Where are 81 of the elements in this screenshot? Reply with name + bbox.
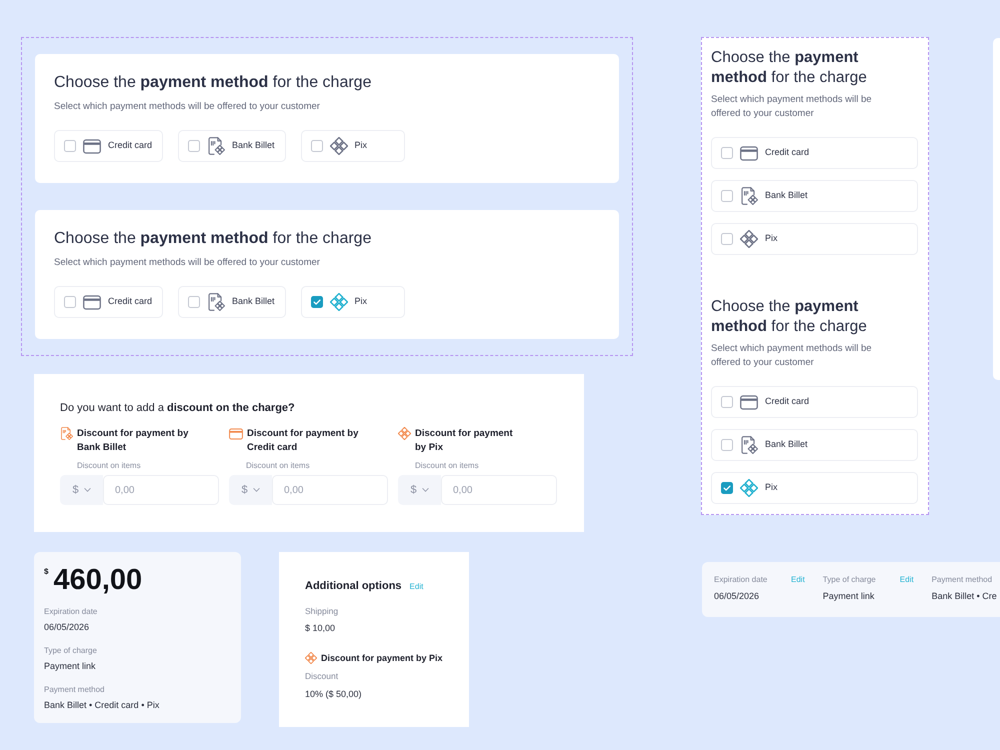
diamond-cluster-icon [330, 137, 348, 155]
payment-option[interactable]: Pix [300, 286, 405, 318]
payment-option[interactable]: Pix [711, 472, 918, 504]
credit-card-icon [740, 394, 758, 410]
diamond-cluster-icon [305, 652, 317, 664]
field-value: Payment link [822, 590, 874, 602]
payment-option[interactable]: Credit card [54, 130, 164, 162]
payment-option[interactable]: Bank Billet [711, 429, 918, 461]
diamond-cluster-icon [740, 479, 758, 497]
checkbox[interactable] [721, 147, 733, 159]
document-icon [60, 427, 73, 440]
field-label: Payment method [44, 684, 104, 695]
card-title: Choose the payment method for the charge [711, 297, 868, 337]
payment-option[interactable]: Pix [711, 223, 918, 255]
field-label: Discount on items [77, 460, 141, 471]
diamond-cluster-icon [740, 230, 758, 248]
discount-option-title: Discount for payment by Pix [415, 427, 514, 455]
payment-option[interactable]: Credit card [711, 386, 918, 418]
document-icon [740, 187, 758, 205]
field-label: Payment method [932, 574, 992, 585]
credit-card-icon [740, 146, 758, 160]
chevron-down-icon [84, 488, 91, 492]
discount-option-title: Discount for payment by Credit card [247, 427, 360, 455]
amount-field[interactable]: 0,00 [272, 475, 388, 505]
document-icon [740, 436, 758, 454]
credit-card-icon [83, 294, 101, 310]
diamond-cluster-icon [398, 427, 411, 440]
chevron-down-icon [422, 488, 429, 492]
payment-option[interactable]: Bank Billet [178, 130, 286, 162]
checkbox[interactable] [721, 233, 733, 245]
checkbox[interactable] [721, 482, 733, 494]
card-subtitle: Select which payment methods will be offered to your customer [54, 101, 320, 113]
field-label: Expiration date [714, 574, 768, 585]
field-label: Discount on items [415, 460, 479, 471]
checkbox[interactable] [188, 140, 200, 152]
document-icon [207, 137, 226, 155]
chevron-down-icon [252, 488, 260, 492]
card-title: Choose the payment method for the charge [54, 73, 372, 93]
amount-field[interactable]: 0,00 [103, 475, 219, 505]
diamond-cluster-icon [330, 293, 348, 311]
field-label: Type of charge [44, 645, 97, 656]
card-subtitle: Select which payment methods will be offered to your customer [711, 342, 873, 370]
field-label: Discount [305, 671, 338, 682]
field-value: $ 10,00 [305, 622, 336, 634]
field-label: Discount on items [246, 460, 310, 471]
credit-card-icon [83, 138, 101, 154]
payment-option[interactable]: Credit card [54, 286, 164, 318]
payment-option[interactable]: Pix [300, 130, 405, 162]
document-icon [207, 293, 226, 311]
credit-card-icon [229, 428, 243, 440]
field-value: 06/05/2026 [44, 621, 90, 633]
discount-option-title: Discount for payment by Pix [321, 652, 443, 664]
field-label: Expiration date [44, 606, 98, 617]
payment-option[interactable]: Bank Billet [711, 180, 918, 212]
field-value: Payment link [44, 660, 96, 672]
field-value: 10% ($ 50,00) [305, 688, 362, 700]
charge-amount: 460,00 [53, 564, 142, 596]
checkbox[interactable] [64, 140, 76, 152]
checkbox[interactable] [188, 296, 200, 308]
checkbox[interactable] [310, 296, 323, 308]
field-value: Bank Billet • Credit card • Pix [44, 699, 160, 711]
field-value: 06/05/2026 [714, 590, 760, 602]
card-title: Choose the payment method for the charge [711, 48, 868, 88]
card-title: Choose the payment method for the charge [54, 229, 372, 249]
card-subtitle: Select which payment methods will be offered to your customer [711, 93, 873, 121]
currency-symbol: $ [44, 567, 48, 577]
checkbox[interactable] [721, 396, 733, 408]
checkbox[interactable] [64, 296, 76, 308]
field-label: Type of charge [822, 574, 877, 585]
payment-option[interactable]: Bank Billet [178, 286, 286, 318]
payment-option[interactable]: Credit card [711, 137, 918, 169]
checkbox[interactable] [310, 140, 323, 152]
checkbox[interactable] [721, 190, 733, 202]
discount-option-title: Discount for payment by Bank Billet [77, 427, 190, 455]
card-subtitle: Select which payment methods will be offered to your customer [54, 257, 320, 269]
field-value: Bank Billet • Cre [932, 590, 997, 602]
checkbox[interactable] [721, 439, 733, 451]
section-title: Additional options [305, 579, 402, 593]
field-label: Shipping [305, 606, 338, 617]
amount-field[interactable]: 0,00 [441, 475, 557, 505]
discount-question: Do you want to add a discount on the charge? [60, 401, 295, 415]
